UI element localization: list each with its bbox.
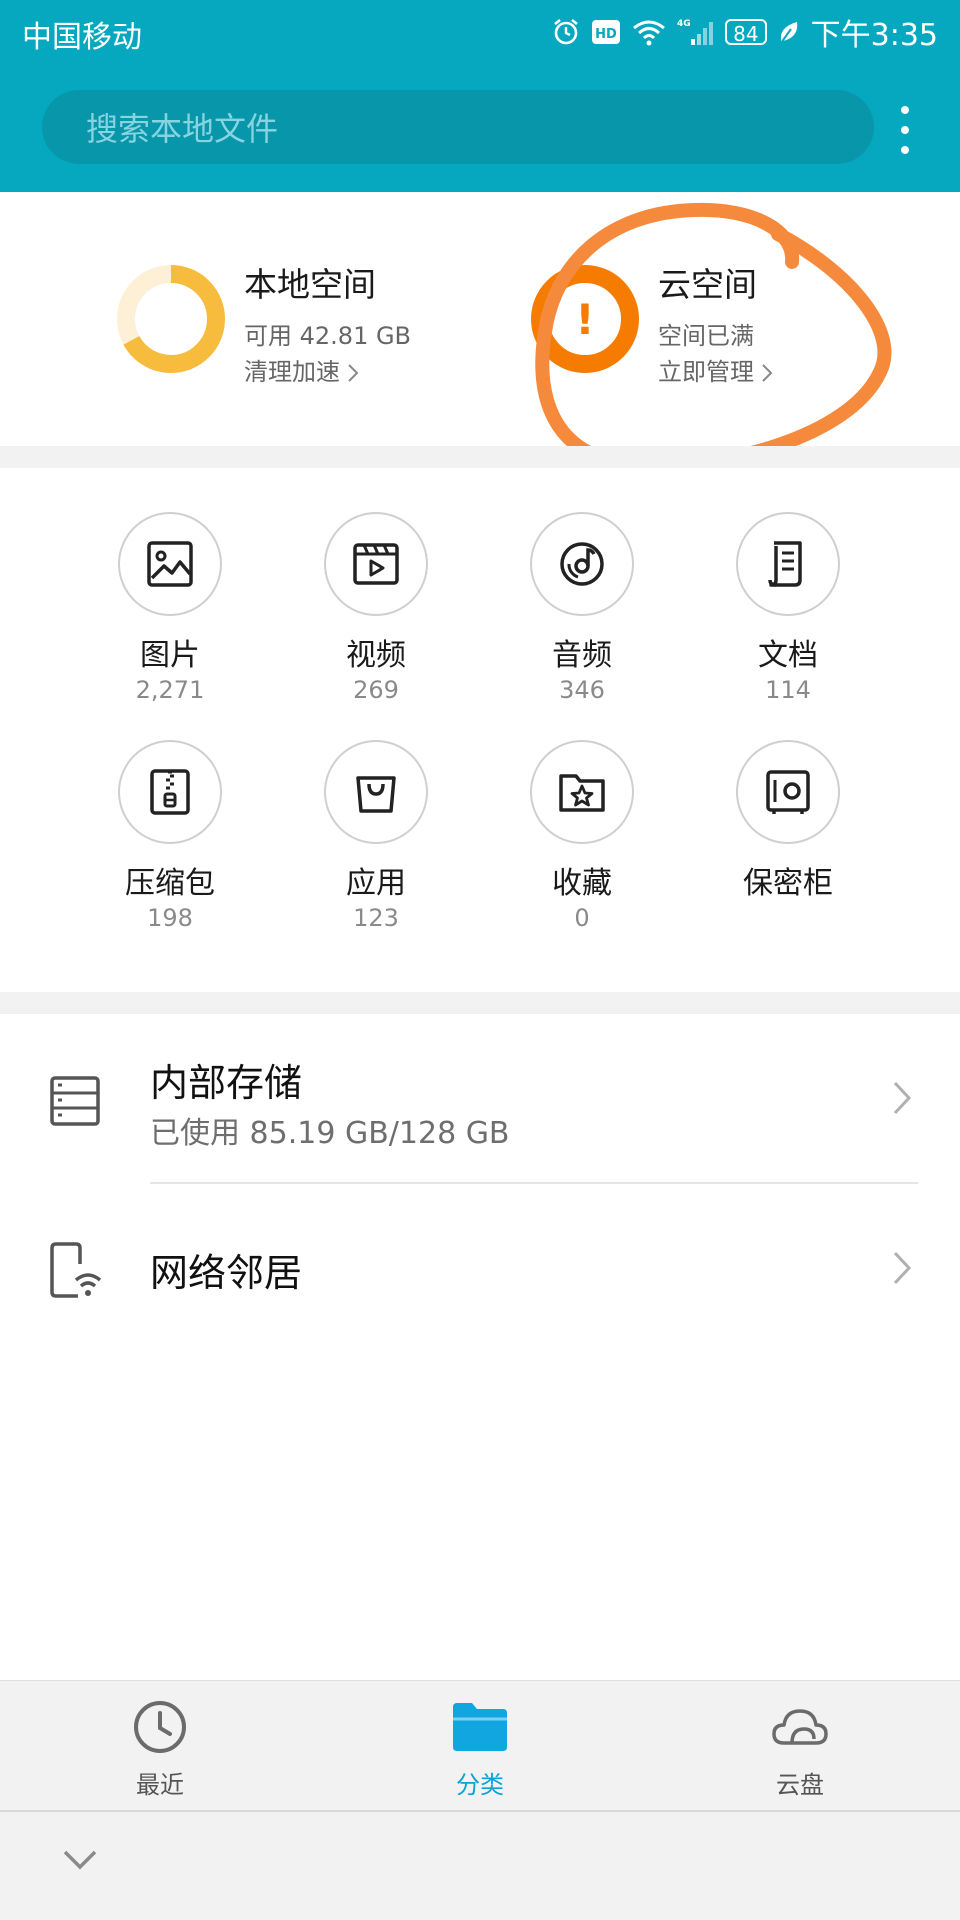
category-favorites[interactable]: 收藏 0 [502, 740, 662, 932]
category-count: 123 [353, 904, 399, 932]
category-audio[interactable]: 音频 346 [502, 512, 662, 704]
storage-summary-card: 本地空间 可用 42.81 GB 清理加速 ! 云空间 空间已满 立即管理 [0, 192, 960, 473]
status-bar: 中国移动 HD 4G 84 下午3:35 [0, 0, 960, 66]
internal-storage-title: 内部存储 [150, 1061, 303, 1105]
search-bar[interactable]: 搜索本地文件 [42, 90, 874, 164]
clock-icon [134, 1701, 186, 1753]
category-label: 文档 [758, 638, 818, 673]
tab-category[interactable]: 分类 [400, 1699, 560, 1800]
leaf-icon [779, 22, 797, 44]
category-archives[interactable]: 压缩包 198 [90, 740, 250, 932]
local-space-item[interactable]: 本地空间 可用 42.81 GB 清理加速 [0, 192, 480, 446]
category-count: 0 [574, 904, 590, 932]
category-videos[interactable]: 视频 269 [296, 512, 456, 704]
category-count: 114 [765, 676, 811, 704]
search-placeholder: 搜索本地文件 [86, 110, 279, 148]
category-grid: 图片 2,271 视频 269 音频 346 文档 114 压缩包 198 应用 [0, 468, 960, 992]
network-type: 4G [677, 19, 691, 29]
section-divider [0, 446, 960, 468]
app-bag-icon [356, 776, 396, 813]
annotation-circle [535, 202, 892, 473]
alarm-icon [554, 18, 578, 45]
zip-icon [150, 769, 190, 815]
local-space-available: 可用 42.81 GB [244, 322, 412, 350]
category-label: 压缩包 [125, 866, 215, 901]
favorite-folder-icon [559, 774, 605, 812]
chevron-right-icon [893, 1081, 912, 1115]
local-space-ring-chart [117, 265, 225, 373]
document-icon [768, 541, 802, 587]
category-label: 图片 [140, 638, 200, 673]
image-icon [147, 541, 193, 587]
bottom-tab-bar: 最近 分类 云盘 [0, 1680, 960, 1810]
video-icon [353, 543, 399, 585]
system-navigation-bar [0, 1810, 960, 1920]
wifi-icon [633, 20, 666, 46]
category-label: 音频 [552, 638, 612, 673]
category-apps[interactable]: 应用 123 [296, 740, 456, 932]
category-documents[interactable]: 文档 114 [708, 512, 868, 704]
more-options-icon[interactable] [898, 104, 910, 156]
category-count: 346 [559, 676, 605, 704]
category-count: 2,271 [135, 676, 205, 704]
tab-label: 最近 [136, 1771, 184, 1799]
category-safe[interactable]: 保密柜 [708, 740, 868, 904]
audio-icon [560, 542, 604, 586]
hd-icon: HD [592, 20, 621, 44]
local-space-title: 本地空间 [244, 265, 376, 304]
category-count: 269 [353, 676, 399, 704]
internal-storage-row[interactable]: 内部存储 已使用 85.19 GB/128 GB [0, 1014, 960, 1184]
status-icons: HD 4G 84 下午3:35 [551, 10, 938, 54]
tab-recent[interactable]: 最近 [80, 1699, 240, 1800]
network-neighborhood-row[interactable]: 网络邻居 [0, 1184, 960, 1354]
safe-icon [766, 770, 810, 814]
storage-server-icon [50, 1076, 100, 1126]
chevron-right-icon [893, 1251, 912, 1285]
carrier-name: 中国移动 [22, 20, 142, 55]
category-label: 保密柜 [743, 866, 833, 901]
category-images[interactable]: 图片 2,271 [90, 512, 250, 704]
clock-time: 下午3:35 [810, 18, 938, 53]
svg-text:HD: HD [595, 27, 617, 42]
tab-label: 分类 [456, 1771, 504, 1799]
category-count: 198 [147, 904, 193, 932]
signal-icon: 4G [677, 19, 714, 45]
phone-wifi-icon [50, 1242, 102, 1298]
category-label: 收藏 [552, 866, 612, 901]
category-label: 应用 [346, 866, 406, 901]
chevron-right-icon [348, 364, 359, 382]
chevron-down-icon[interactable] [60, 1846, 100, 1874]
internal-storage-usage: 已使用 85.19 GB/128 GB [150, 1116, 510, 1151]
app-header: 中国移动 HD 4G 84 下午3:35 搜索本地文件 [0, 0, 960, 192]
network-neighborhood-title: 网络邻居 [150, 1251, 303, 1295]
section-divider [0, 992, 960, 1014]
cloud-icon [772, 1709, 828, 1745]
local-space-action[interactable]: 清理加速 [244, 352, 360, 387]
folder-icon [453, 1703, 507, 1751]
tab-label: 云盘 [776, 1771, 824, 1799]
category-label: 视频 [346, 638, 406, 673]
battery-level: 84 [725, 19, 767, 46]
tab-cloud-drive[interactable]: 云盘 [720, 1699, 880, 1800]
